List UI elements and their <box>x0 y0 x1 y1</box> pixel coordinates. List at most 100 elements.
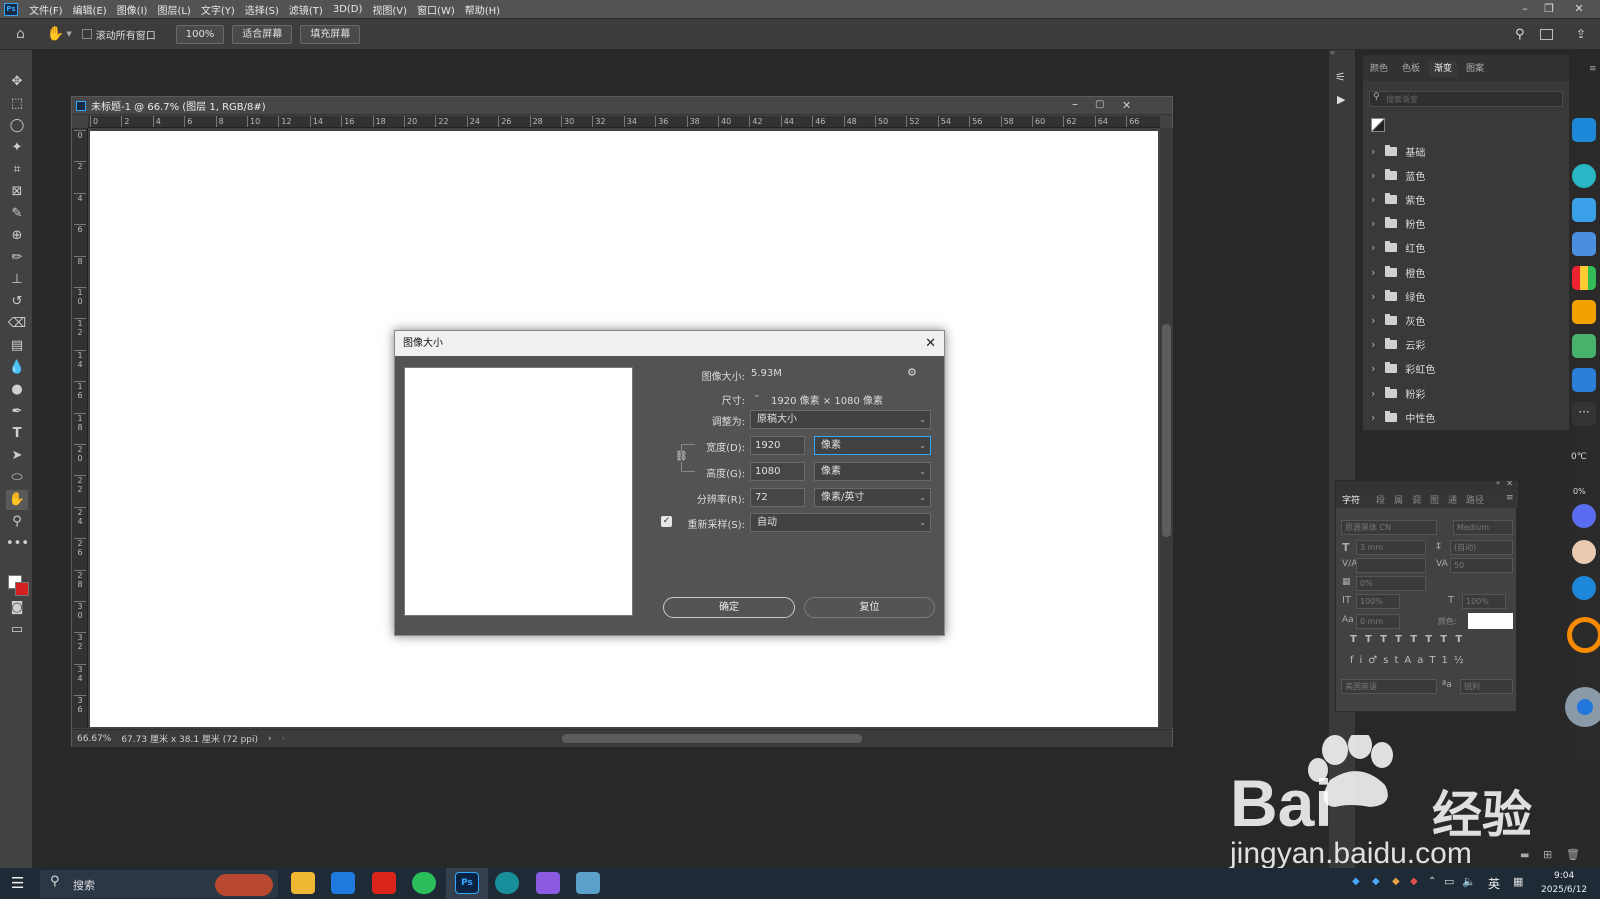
magic-wand-icon[interactable]: ✦ <box>6 138 28 158</box>
reset-button[interactable]: 复位 <box>804 597 935 618</box>
width-unit-select[interactable]: 像素 ⌄ <box>814 436 931 455</box>
gradient-group-item[interactable]: › 中性色 <box>1371 406 1561 428</box>
taskbar-time[interactable]: 9:04 <box>1554 871 1574 881</box>
chevron-right-icon[interactable]: › <box>1371 290 1375 303</box>
wechat-icon[interactable] <box>412 872 436 894</box>
width-input[interactable]: 1920 <box>750 436 805 455</box>
share-app-icon[interactable] <box>1572 198 1596 222</box>
crop-tool-icon[interactable]: ⌗ <box>6 160 28 180</box>
gradient-group-item[interactable]: › 基础 <box>1371 140 1561 162</box>
doc-minimize-icon[interactable]: – <box>1072 97 1078 111</box>
fit-screen-button[interactable]: 适合屏幕 <box>232 24 293 44</box>
fill-screen-button[interactable]: 填充屏幕 <box>300 24 361 44</box>
hand-tool-icon[interactable]: ✋ <box>47 26 64 42</box>
menu-edit[interactable]: 编辑(E) <box>68 2 112 17</box>
tab-properties[interactable]: 属 <box>1394 493 1403 506</box>
chevron-right-icon[interactable]: › <box>1371 193 1375 206</box>
horizontal-scale-input[interactable]: 100% <box>1462 594 1506 609</box>
image-preview[interactable] <box>404 367 633 616</box>
tab-patterns[interactable]: 图案 <box>1461 61 1489 77</box>
share-icon[interactable]: ⇪ <box>1576 27 1586 41</box>
antialias-select[interactable]: 锐利 <box>1460 679 1513 694</box>
ellipse-tool-icon[interactable]: ⬭ <box>6 468 28 488</box>
gradient-tool-icon[interactable]: ▤ <box>6 336 28 356</box>
healing-brush-icon[interactable]: ⊕ <box>6 226 28 246</box>
brush-tool-icon[interactable]: ✏ <box>6 248 28 268</box>
chevron-down-icon[interactable]: ⌄ <box>753 390 761 400</box>
photoshop-taskbar-icon[interactable]: Ps <box>455 872 479 894</box>
gradient-group-item[interactable]: › 彩虹色 <box>1371 358 1561 380</box>
chevron-right-icon[interactable]: › <box>1371 266 1375 279</box>
tray-app-icon[interactable]: ◆ <box>1352 876 1360 887</box>
home-icon[interactable]: ⌂ <box>16 26 25 42</box>
winrar-app-icon[interactable] <box>1572 266 1596 290</box>
wps-icon[interactable] <box>372 872 396 894</box>
panel-menu-icon[interactable]: ≡ <box>1589 64 1597 74</box>
ime-indicator[interactable]: 英 <box>1488 875 1500 892</box>
new-folder-icon[interactable]: ▬ <box>1520 850 1529 861</box>
doc-close-icon[interactable]: ✕ <box>1122 99 1131 112</box>
gradient-group-item[interactable]: › 红色 <box>1371 237 1561 259</box>
add-icon[interactable]: ⊞ <box>1543 848 1552 861</box>
ok-button[interactable]: 确定 <box>663 597 795 618</box>
calendar-icon[interactable]: ▦ <box>1513 875 1523 888</box>
chevron-right-icon[interactable]: › <box>1371 217 1375 230</box>
collapse-icon[interactable]: « <box>1330 48 1335 57</box>
hand-tool-icon[interactable]: ✋ <box>6 490 28 510</box>
resolution-input[interactable]: 72 <box>750 488 805 507</box>
font-family-select[interactable]: 思源黑体 CN <box>1341 520 1437 535</box>
panel-menu-icon[interactable]: ≡ <box>1506 493 1514 503</box>
gradient-group-item[interactable]: › 蓝色 <box>1371 164 1561 186</box>
image-viewer-icon[interactable] <box>536 872 560 894</box>
gradient-swatch[interactable] <box>1371 118 1385 132</box>
close-icon[interactable]: ✕ <box>1506 479 1513 488</box>
tray-app2-icon[interactable]: ◆ <box>1372 876 1380 887</box>
background-color-swatch[interactable] <box>15 582 29 596</box>
zoom-100-button[interactable]: 100% <box>175 24 225 44</box>
lasso-tool-icon[interactable]: ◯ <box>6 116 28 136</box>
chevron-right-icon[interactable]: › <box>1371 362 1375 375</box>
history-brush-icon[interactable]: ↺ <box>6 292 28 312</box>
font-size-input[interactable]: 3 mm <box>1356 540 1426 555</box>
trash-icon[interactable]: 🗑 <box>1566 848 1580 861</box>
gradient-group-item[interactable]: › 云彩 <box>1371 334 1561 356</box>
chevron-right-icon[interactable]: › <box>1371 169 1375 182</box>
more-tools-icon[interactable]: ••• <box>6 534 29 554</box>
menu-layer[interactable]: 图层(L) <box>152 2 195 17</box>
notes-app-icon[interactable] <box>1572 232 1596 256</box>
tab-color[interactable]: 颜色 <box>1365 61 1393 77</box>
tsume-input[interactable]: 0% <box>1356 576 1426 591</box>
horizontal-scroll-thumb[interactable] <box>562 734 862 743</box>
search-app-icon[interactable] <box>1567 617 1600 653</box>
qq-browser-icon[interactable] <box>331 872 355 894</box>
dodge-tool-icon[interactable]: ● <box>6 380 28 400</box>
tray-app3-icon[interactable]: ◆ <box>1392 876 1400 887</box>
edge-icon[interactable] <box>495 872 519 894</box>
path-select-icon[interactable]: ➤ <box>6 446 28 466</box>
chevron-right-icon[interactable]: › <box>1371 387 1375 400</box>
resolution-unit-select[interactable]: 像素/英寸 ⌄ <box>814 488 931 507</box>
photos-app-icon[interactable] <box>1572 334 1596 358</box>
search-icon[interactable]: ⚲ <box>1515 27 1525 42</box>
tab-gradients[interactable]: 渐变 <box>1429 61 1458 77</box>
status-arrow-icon[interactable]: › <box>268 734 272 744</box>
gradient-group-item[interactable]: › 橙色 <box>1371 261 1561 283</box>
restore-icon[interactable]: ❐ <box>1538 0 1560 18</box>
menu-select[interactable]: 选择(S) <box>240 2 284 17</box>
quick-mask-icon[interactable]: ◙ <box>6 598 28 618</box>
gradient-group-item[interactable]: › 粉色 <box>1371 213 1561 235</box>
resample-select[interactable]: 自动 ⌄ <box>750 513 931 532</box>
file-explorer-icon[interactable] <box>291 872 315 894</box>
minimize-icon[interactable]: – <box>1514 0 1536 18</box>
tab-paragraph[interactable]: 段 <box>1376 493 1385 506</box>
vertical-scrollbar[interactable] <box>1160 128 1173 728</box>
menu-file[interactable]: 文件(F) <box>24 2 68 17</box>
text-color-swatch[interactable] <box>1468 613 1513 629</box>
frame-tool-icon[interactable]: ⊠ <box>6 182 28 202</box>
tray-chevron-icon[interactable]: ⌃ <box>1428 876 1436 887</box>
history-panel-icon[interactable]: ⚟ <box>1335 70 1346 84</box>
scroll-left-icon[interactable]: ‹ <box>282 734 286 744</box>
folder-app-icon[interactable] <box>1572 300 1596 324</box>
chevron-right-icon[interactable]: › <box>1371 314 1375 327</box>
blur-tool-icon[interactable]: 💧 <box>6 358 28 378</box>
